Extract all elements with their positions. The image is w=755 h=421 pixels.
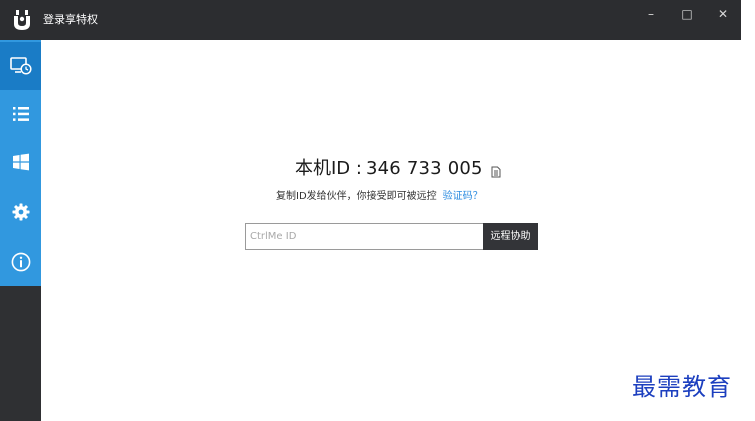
minimize-button[interactable]: – bbox=[637, 4, 665, 24]
sidebar-item-remote[interactable] bbox=[0, 42, 41, 90]
list-icon bbox=[12, 107, 29, 121]
sidebar-item-about[interactable] bbox=[0, 238, 41, 286]
machine-id-label: 本机ID : bbox=[295, 158, 362, 179]
app-logo-icon bbox=[14, 10, 30, 30]
remote-monitor-icon bbox=[9, 57, 32, 75]
title-bar: 登录享特权 – □ ✕ bbox=[0, 0, 741, 40]
window-title[interactable]: 登录享特权 bbox=[43, 13, 98, 27]
share-hint-text: 复制ID发给伙伴，你接受即可被远控 bbox=[276, 191, 437, 202]
share-hint: 复制ID发给伙伴，你接受即可被远控 验证码？ bbox=[276, 190, 483, 204]
partner-id-input[interactable] bbox=[245, 223, 484, 250]
app-window: 登录享特权 – □ ✕ 本机ID: 346 733 005 复制ID发给伙伴，… bbox=[0, 0, 741, 421]
windows-icon bbox=[12, 153, 29, 171]
close-button[interactable]: ✕ bbox=[709, 4, 737, 24]
sidebar bbox=[0, 40, 41, 421]
gear-icon bbox=[12, 203, 29, 221]
info-icon bbox=[11, 252, 30, 272]
remote-assist-button[interactable]: 远程协助 bbox=[483, 223, 538, 250]
verify-code-link[interactable]: 验证码？ bbox=[443, 191, 483, 202]
sidebar-item-list[interactable] bbox=[0, 90, 41, 138]
page-margin bbox=[741, 0, 755, 421]
machine-id-row: 本机ID : 346 733 005 bbox=[295, 157, 501, 181]
machine-id-value: 346 733 005 bbox=[365, 158, 483, 179]
sidebar-item-settings[interactable] bbox=[0, 188, 41, 236]
maximize-button[interactable]: □ bbox=[673, 4, 701, 24]
main-panel: 本机ID : 346 733 005 复制ID发给伙伴，你接受即可被远控 验证码？… bbox=[41, 40, 741, 421]
watermark-text: 最需教育 bbox=[632, 373, 732, 401]
sidebar-item-windows[interactable] bbox=[0, 138, 41, 186]
copy-id-icon[interactable] bbox=[491, 166, 501, 178]
